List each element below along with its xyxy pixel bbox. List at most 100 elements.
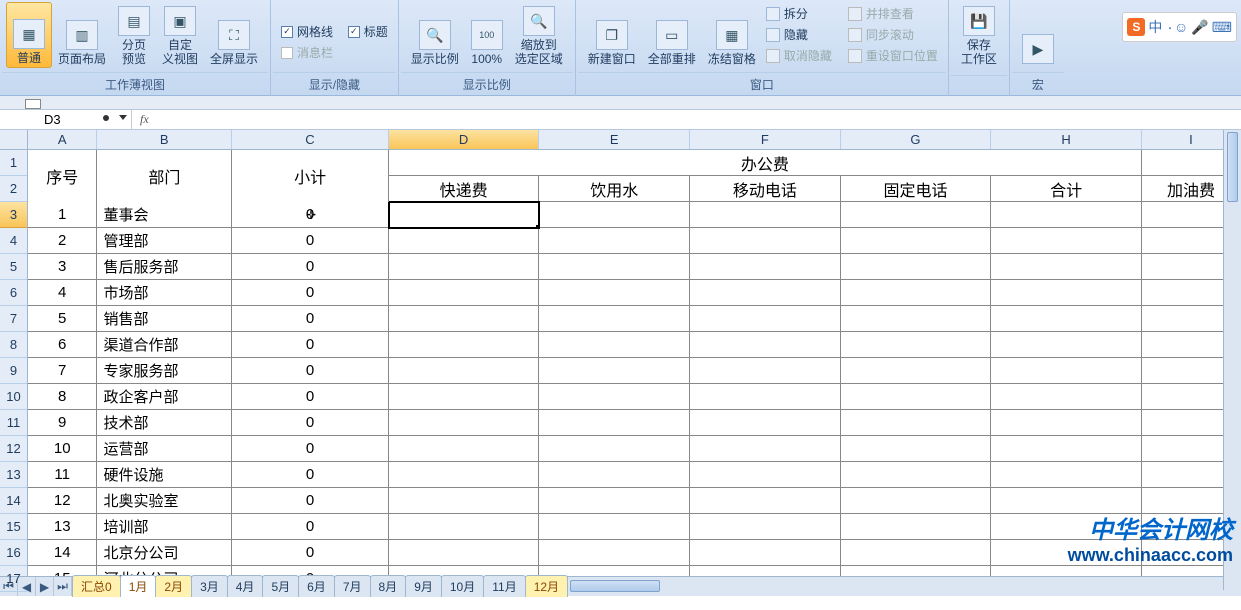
cell[interactable] xyxy=(991,306,1142,332)
cell[interactable] xyxy=(991,566,1142,576)
cell-subtotal[interactable]: 0 xyxy=(232,280,389,306)
cell-seq[interactable]: 5 xyxy=(28,306,97,332)
header-fixed[interactable]: 固定电话 xyxy=(841,176,992,202)
cell-dept[interactable]: 培训部 xyxy=(97,514,232,540)
cell[interactable] xyxy=(991,410,1142,436)
cell[interactable] xyxy=(991,514,1142,540)
cell[interactable] xyxy=(690,332,841,358)
cell[interactable] xyxy=(991,436,1142,462)
header-water[interactable]: 饮用水 xyxy=(539,176,690,202)
row-header[interactable]: 9 xyxy=(0,358,27,384)
scroll-thumb[interactable] xyxy=(1227,132,1238,202)
cell-dept[interactable]: 董事会 xyxy=(97,202,232,228)
save-workspace-button[interactable]: 💾保存 工作区 xyxy=(955,2,1003,68)
cell[interactable] xyxy=(690,358,841,384)
cell-subtotal[interactable]: 0 xyxy=(232,306,389,332)
side-by-side-button[interactable]: 并排查看 xyxy=(844,4,942,23)
cell-seq[interactable]: 11 xyxy=(28,462,97,488)
cell[interactable] xyxy=(690,384,841,410)
zoom-selection-button[interactable]: 🔍缩放到 选定区域 xyxy=(509,2,569,68)
cell-subtotal[interactable]: 0 xyxy=(232,410,389,436)
row-header[interactable]: 14 xyxy=(0,488,27,514)
column-header-H[interactable]: H xyxy=(991,130,1142,149)
cell-seq[interactable]: 6 xyxy=(28,332,97,358)
cell[interactable] xyxy=(690,436,841,462)
sheet-tab[interactable]: 3月 xyxy=(191,575,228,597)
cell[interactable] xyxy=(539,384,690,410)
cell-subtotal[interactable]: 0 xyxy=(232,488,389,514)
cell-subtotal[interactable]: 0 xyxy=(232,202,389,228)
punct-icon[interactable]: ᠂ xyxy=(1165,15,1171,39)
cell[interactable] xyxy=(539,410,690,436)
scroll-thumb[interactable] xyxy=(570,580,660,592)
cell-seq[interactable]: 4 xyxy=(28,280,97,306)
cell[interactable] xyxy=(991,280,1142,306)
cell-subtotal[interactable]: 0 xyxy=(232,358,389,384)
column-header-B[interactable]: B xyxy=(97,130,232,149)
cell[interactable] xyxy=(991,540,1142,566)
row-header[interactable]: 15 xyxy=(0,514,27,540)
cell[interactable] xyxy=(539,280,690,306)
cell[interactable] xyxy=(991,462,1142,488)
cell[interactable] xyxy=(539,306,690,332)
smile-icon[interactable]: ☺ xyxy=(1174,19,1188,35)
cell[interactable] xyxy=(539,436,690,462)
cell[interactable] xyxy=(539,358,690,384)
row-header[interactable]: 5 xyxy=(0,254,27,280)
zoom-100-button[interactable]: 100100% xyxy=(465,2,509,68)
dropdown-icon[interactable] xyxy=(119,115,127,120)
cell-dept[interactable]: 政企客户部 xyxy=(97,384,232,410)
view-page-layout-button[interactable]: ▥页面布局 xyxy=(52,2,112,68)
header-mobile[interactable]: 移动电话 xyxy=(690,176,841,202)
cell[interactable] xyxy=(841,202,992,228)
header-office-merged[interactable]: 办公费 xyxy=(389,150,1142,176)
row-header[interactable]: 11 xyxy=(0,410,27,436)
cell[interactable] xyxy=(841,462,992,488)
cell[interactable] xyxy=(991,384,1142,410)
cell[interactable] xyxy=(991,358,1142,384)
sheet-tab[interactable]: 9月 xyxy=(405,575,442,597)
column-header-F[interactable]: F xyxy=(690,130,841,149)
cell[interactable] xyxy=(841,410,992,436)
hide-button[interactable]: 隐藏 xyxy=(762,25,836,44)
vertical-scrollbar[interactable] xyxy=(1223,130,1241,590)
row-header[interactable]: 6 xyxy=(0,280,27,306)
cell[interactable] xyxy=(841,384,992,410)
cell[interactable] xyxy=(690,540,841,566)
arrange-all-button[interactable]: ▭全部重排 xyxy=(642,2,702,68)
new-window-button[interactable]: ❐新建窗口 xyxy=(582,2,642,68)
cell[interactable] xyxy=(389,540,540,566)
cell-subtotal[interactable]: 0 xyxy=(232,228,389,254)
row-header[interactable]: 2 xyxy=(0,176,27,202)
cell-dept[interactable]: 售后服务部 xyxy=(97,254,232,280)
messagebar-checkbox[interactable]: 消息栏 xyxy=(277,43,337,62)
zoom-button[interactable]: 🔍显示比例 xyxy=(405,2,465,68)
view-normal-button[interactable]: ▦普通 xyxy=(6,2,52,68)
tab-nav-next[interactable]: ▶ xyxy=(36,577,54,596)
cell[interactable] xyxy=(389,254,540,280)
cell[interactable] xyxy=(841,254,992,280)
sheet-tab[interactable]: 5月 xyxy=(262,575,299,597)
row-header[interactable]: 16 xyxy=(0,540,27,566)
cell[interactable] xyxy=(690,462,841,488)
horizontal-scrollbar[interactable] xyxy=(567,577,1241,596)
cell[interactable] xyxy=(690,410,841,436)
column-header-C[interactable]: C xyxy=(232,130,389,149)
cell[interactable] xyxy=(389,436,540,462)
cell[interactable] xyxy=(389,280,540,306)
cell[interactable] xyxy=(539,540,690,566)
sheet-tab[interactable]: 2月 xyxy=(155,575,192,597)
mic-icon[interactable]: 🎤 xyxy=(1191,19,1208,36)
cell[interactable] xyxy=(991,228,1142,254)
cell[interactable] xyxy=(389,384,540,410)
row-header[interactable]: 4 xyxy=(0,228,27,254)
cell-dept[interactable]: 管理部 xyxy=(97,228,232,254)
cell[interactable] xyxy=(389,332,540,358)
row-header[interactable]: 3 xyxy=(0,202,27,228)
macro-button[interactable]: ▶ xyxy=(1016,2,1060,68)
row-header[interactable]: 7 xyxy=(0,306,27,332)
cell-dept[interactable]: 渠道合作部 xyxy=(97,332,232,358)
cell[interactable] xyxy=(690,514,841,540)
cell[interactable] xyxy=(389,358,540,384)
cell-dept[interactable]: 技术部 xyxy=(97,410,232,436)
